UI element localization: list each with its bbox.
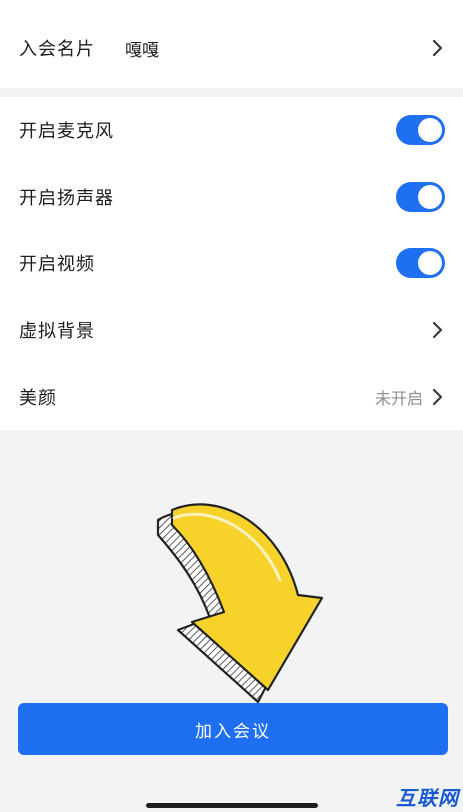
- beauty-row[interactable]: 美颜 未开启: [0, 364, 463, 430]
- mic-toggle[interactable]: [396, 115, 445, 145]
- virtual-background-label: 虚拟背景: [19, 321, 95, 342]
- join-name-row[interactable]: 入会名片 嘎嘎: [0, 15, 463, 81]
- join-name-label: 入会名片: [19, 39, 95, 60]
- watermark: 互联网: [388, 780, 463, 812]
- chevron-right-icon: [431, 387, 445, 407]
- curved-down-arrow-icon: [156, 503, 324, 704]
- chevron-right-icon: [431, 320, 445, 340]
- home-indicator: [146, 803, 318, 808]
- video-row: 开启视频: [0, 230, 463, 296]
- virtual-background-row[interactable]: 虚拟背景: [0, 297, 463, 363]
- join-name-card: 入会名片 嘎嘎: [0, 0, 463, 88]
- meeting-join-screen: 入会名片 嘎嘎 开启麦克风 开启扬声器 开启视频 虚拟背景 美颜 未开启 加入会…: [0, 0, 463, 812]
- toggle-knob: [418, 118, 442, 142]
- speaker-toggle[interactable]: [396, 182, 445, 212]
- speaker-label: 开启扬声器: [19, 188, 114, 209]
- video-toggle[interactable]: [396, 248, 445, 278]
- toggle-knob: [418, 251, 442, 275]
- watermark-text: 互联网: [396, 785, 459, 810]
- toggle-knob: [418, 185, 442, 209]
- join-name-value: 嘎嘎: [125, 40, 159, 61]
- video-label: 开启视频: [19, 254, 95, 275]
- beauty-label: 美颜: [19, 388, 57, 409]
- settings-card: 开启麦克风 开启扬声器 开启视频 虚拟背景 美颜 未开启: [0, 97, 463, 430]
- speaker-row: 开启扬声器: [0, 164, 463, 230]
- join-meeting-button[interactable]: 加入会议: [18, 703, 448, 755]
- beauty-status: 未开启: [374, 389, 423, 408]
- chevron-right-icon: [431, 38, 445, 58]
- mic-label: 开启麦克风: [19, 121, 114, 142]
- mic-row: 开启麦克风: [0, 97, 463, 163]
